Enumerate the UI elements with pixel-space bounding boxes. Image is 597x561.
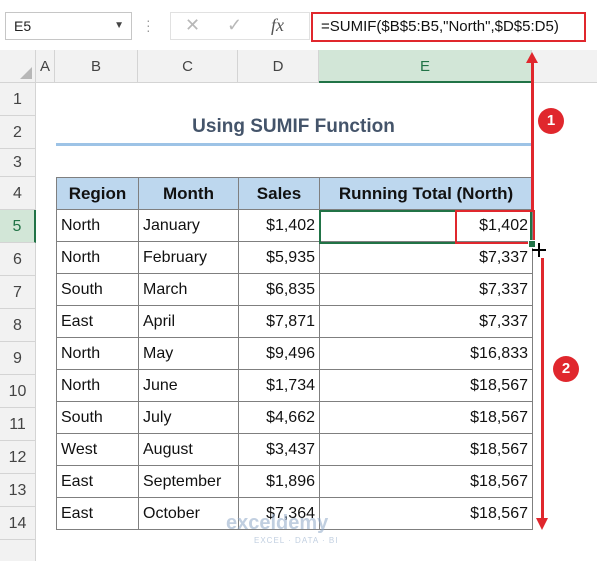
month-cell[interactable]: September bbox=[138, 465, 239, 498]
sales-cell[interactable]: $7,871 bbox=[238, 305, 320, 338]
sheet-title[interactable]: Using SUMIF Function bbox=[56, 116, 531, 138]
column-header-e[interactable]: E bbox=[319, 50, 532, 83]
table-row: North February $5,935 $7,337 bbox=[56, 241, 533, 274]
running-total-cell[interactable]: $18,567 bbox=[319, 465, 533, 498]
running-total-cell[interactable]: $18,567 bbox=[319, 497, 533, 530]
name-box[interactable]: E5 ▼ bbox=[5, 12, 132, 40]
region-cell[interactable]: West bbox=[56, 433, 139, 466]
row-header-1[interactable]: 1 bbox=[0, 83, 36, 116]
arrow-down-icon bbox=[536, 518, 548, 530]
month-cell[interactable]: July bbox=[138, 401, 239, 434]
column-header-b[interactable]: B bbox=[55, 50, 138, 83]
row-header-7[interactable]: 7 bbox=[0, 276, 36, 309]
table-row: North June $1,734 $18,567 bbox=[56, 369, 533, 402]
name-box-value: E5 bbox=[14, 18, 32, 34]
row-header-11[interactable]: 11 bbox=[0, 408, 36, 441]
month-cell[interactable]: May bbox=[138, 337, 239, 370]
region-cell[interactable]: East bbox=[56, 305, 139, 338]
column-header-d[interactable]: D bbox=[238, 50, 319, 83]
formula-input[interactable]: =SUMIF($B$5:B5,"North",$D$5:D5) bbox=[311, 12, 586, 42]
region-cell[interactable]: East bbox=[56, 465, 139, 498]
row-header-8[interactable]: 8 bbox=[0, 309, 36, 342]
month-cell[interactable]: January bbox=[138, 209, 239, 242]
region-cell[interactable]: North bbox=[56, 337, 139, 370]
row-header-3[interactable]: 3 bbox=[0, 149, 36, 177]
region-cell[interactable]: North bbox=[56, 241, 139, 274]
header-running-total[interactable]: Running Total (North) bbox=[319, 177, 533, 210]
sales-cell[interactable]: $1,734 bbox=[238, 369, 320, 402]
sales-cell[interactable]: $3,437 bbox=[238, 433, 320, 466]
month-cell[interactable]: October bbox=[138, 497, 239, 530]
sales-cell[interactable]: $4,662 bbox=[238, 401, 320, 434]
region-cell[interactable]: North bbox=[56, 209, 139, 242]
running-total-cell[interactable]: $7,337 bbox=[319, 241, 533, 274]
sales-cell[interactable]: $1,896 bbox=[238, 465, 320, 498]
header-month[interactable]: Month bbox=[138, 177, 239, 210]
table-header-row: Region Month Sales Running Total (North) bbox=[56, 177, 533, 210]
crosshair-cursor-icon bbox=[532, 243, 546, 257]
title-underline bbox=[56, 143, 533, 146]
column-header-c[interactable]: C bbox=[138, 50, 238, 83]
table-row: South March $6,835 $7,337 bbox=[56, 273, 533, 306]
select-all-corner[interactable] bbox=[0, 50, 36, 83]
running-total-cell[interactable]: $18,567 bbox=[319, 369, 533, 402]
sales-cell[interactable]: $1,402 bbox=[238, 209, 320, 242]
highlight-box-e5 bbox=[455, 210, 535, 244]
month-cell[interactable]: June bbox=[138, 369, 239, 402]
row-header-10[interactable]: 10 bbox=[0, 375, 36, 408]
callout-line-up bbox=[531, 56, 534, 211]
running-total-cell[interactable]: $7,337 bbox=[319, 273, 533, 306]
region-cell[interactable]: South bbox=[56, 401, 139, 434]
sales-cell[interactable]: $5,935 bbox=[238, 241, 320, 274]
step-badge-1: 1 bbox=[538, 108, 564, 134]
table-row: West August $3,437 $18,567 bbox=[56, 433, 533, 466]
table-row: South July $4,662 $18,567 bbox=[56, 401, 533, 434]
sales-cell[interactable]: $6,835 bbox=[238, 273, 320, 306]
chevron-down-icon[interactable]: ▼ bbox=[114, 13, 124, 39]
row-header-2[interactable]: 2 bbox=[0, 116, 36, 149]
month-cell[interactable]: March bbox=[138, 273, 239, 306]
row-header-5[interactable]: 5 bbox=[0, 210, 36, 243]
row-header-9[interactable]: 9 bbox=[0, 342, 36, 375]
column-header-f[interactable] bbox=[532, 50, 597, 83]
row-header-12[interactable]: 12 bbox=[0, 441, 36, 474]
step-badge-2: 2 bbox=[553, 356, 579, 382]
table-row: East April $7,871 $7,337 bbox=[56, 305, 533, 338]
sales-cell[interactable]: $9,496 bbox=[238, 337, 320, 370]
row-header-4[interactable]: 4 bbox=[0, 177, 36, 210]
row-header-13[interactable]: 13 bbox=[0, 474, 36, 507]
column-header-a[interactable]: A bbox=[36, 50, 55, 83]
month-cell[interactable]: February bbox=[138, 241, 239, 274]
region-cell[interactable]: East bbox=[56, 497, 139, 530]
running-total-cell[interactable]: $18,567 bbox=[319, 401, 533, 434]
region-cell[interactable]: South bbox=[56, 273, 139, 306]
check-icon[interactable]: ✓ bbox=[227, 15, 242, 36]
formula-bar: E5 ▼ · · · ✕ ✓ fx =SUMIF($B$5:B5,"North",$… bbox=[0, 0, 597, 50]
row-header-14[interactable]: 14 bbox=[0, 507, 36, 540]
running-total-cell[interactable]: $16,833 bbox=[319, 337, 533, 370]
callout-line-down bbox=[541, 258, 544, 520]
watermark-tagline: EXCEL · DATA · BI bbox=[254, 536, 339, 545]
header-region[interactable]: Region bbox=[56, 177, 139, 210]
header-sales[interactable]: Sales bbox=[238, 177, 320, 210]
month-cell[interactable]: April bbox=[138, 305, 239, 338]
table-row: East September $1,896 $18,567 bbox=[56, 465, 533, 498]
formula-buttons: ✕ ✓ fx bbox=[170, 12, 310, 40]
table-row: North May $9,496 $16,833 bbox=[56, 337, 533, 370]
watermark-logo: exceldemy EXCEL · DATA · BI bbox=[226, 512, 337, 545]
running-total-cell[interactable]: $7,337 bbox=[319, 305, 533, 338]
month-cell[interactable]: August bbox=[138, 433, 239, 466]
running-total-cell[interactable]: $18,567 bbox=[319, 433, 533, 466]
row-header-6[interactable]: 6 bbox=[0, 243, 36, 276]
region-cell[interactable]: North bbox=[56, 369, 139, 402]
arrow-up-icon bbox=[526, 52, 538, 63]
grip-icon[interactable]: · · · bbox=[146, 13, 151, 37]
row-header-15[interactable] bbox=[0, 540, 36, 561]
watermark-name: exceldemy bbox=[226, 512, 329, 534]
insert-function-icon[interactable]: fx bbox=[271, 15, 284, 36]
cancel-icon[interactable]: ✕ bbox=[185, 15, 200, 36]
